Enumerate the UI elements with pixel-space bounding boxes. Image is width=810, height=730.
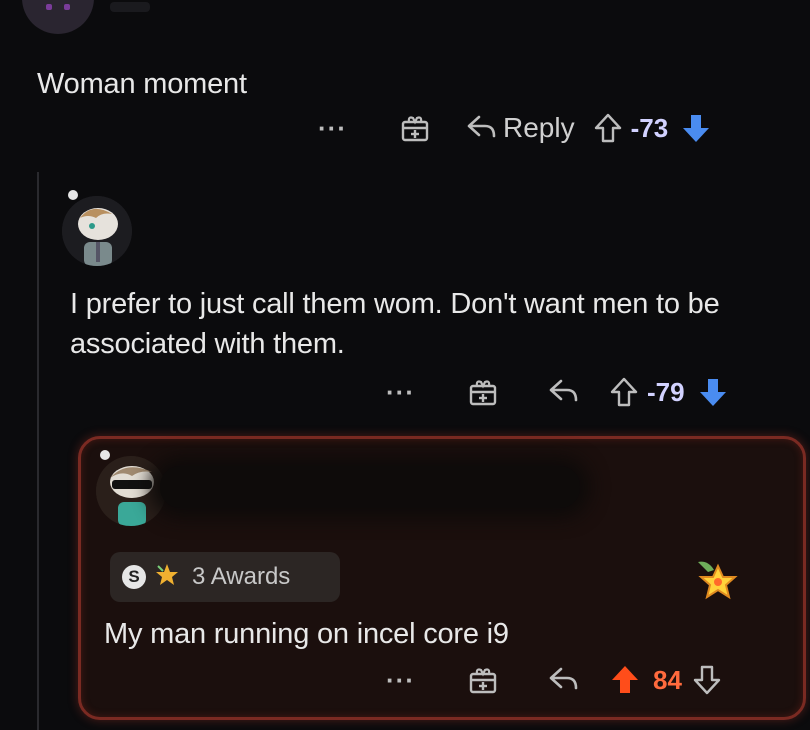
star-award-icon [694, 558, 742, 611]
comment-1-score: -73 [630, 112, 669, 143]
comment-1-actions: ··· Reply -73 [318, 112, 712, 144]
comment-3-avatar[interactable] [96, 456, 166, 526]
comment-2-body: I prefer to just call them wom. Don't wa… [70, 288, 720, 360]
gift-icon[interactable] [467, 376, 499, 408]
comment-2-avatar[interactable] [62, 196, 132, 266]
awards-pill[interactable]: S 3 Awards [110, 552, 340, 602]
reply-arrow-icon[interactable] [465, 114, 497, 142]
online-dot [68, 190, 78, 200]
parent-avatar[interactable] [22, 0, 94, 34]
more-dots-icon[interactable]: ··· [386, 377, 415, 408]
parent-username-blur [110, 2, 150, 12]
reply-arrow-icon[interactable] [547, 378, 579, 406]
more-dots-icon[interactable]: ··· [318, 113, 347, 144]
awards-label: 3 Awards [192, 563, 291, 590]
comment-2-score: -79 [646, 376, 685, 407]
gift-icon[interactable] [467, 664, 499, 696]
comment-3-actions: ··· 84 [386, 664, 722, 696]
reply-button[interactable]: Reply [503, 112, 575, 144]
thread-line[interactable] [37, 172, 39, 730]
comment-1-body: Woman moment [37, 68, 247, 100]
comment-2-actions: ··· -79 [386, 376, 729, 408]
comment-3-score: 84 [652, 664, 682, 695]
downvote-arrow-icon[interactable] [680, 112, 712, 144]
star-award-icon [154, 562, 180, 593]
upvote-arrow-icon[interactable] [609, 664, 641, 696]
comment-3-body: My man running on incel core i9 [104, 618, 509, 650]
online-dot [100, 450, 110, 460]
redacted-username [160, 466, 580, 508]
upvote-arrow-icon[interactable] [609, 376, 639, 408]
more-dots-icon[interactable]: ··· [386, 665, 415, 696]
s-award-badge: S [122, 565, 146, 589]
avatar-eye [46, 4, 52, 10]
downvote-arrow-icon[interactable] [692, 664, 722, 696]
upvote-arrow-icon[interactable] [593, 112, 623, 144]
avatar-eye [64, 4, 70, 10]
reply-arrow-icon[interactable] [547, 666, 579, 694]
gift-icon[interactable] [399, 112, 431, 144]
downvote-arrow-icon[interactable] [697, 376, 729, 408]
